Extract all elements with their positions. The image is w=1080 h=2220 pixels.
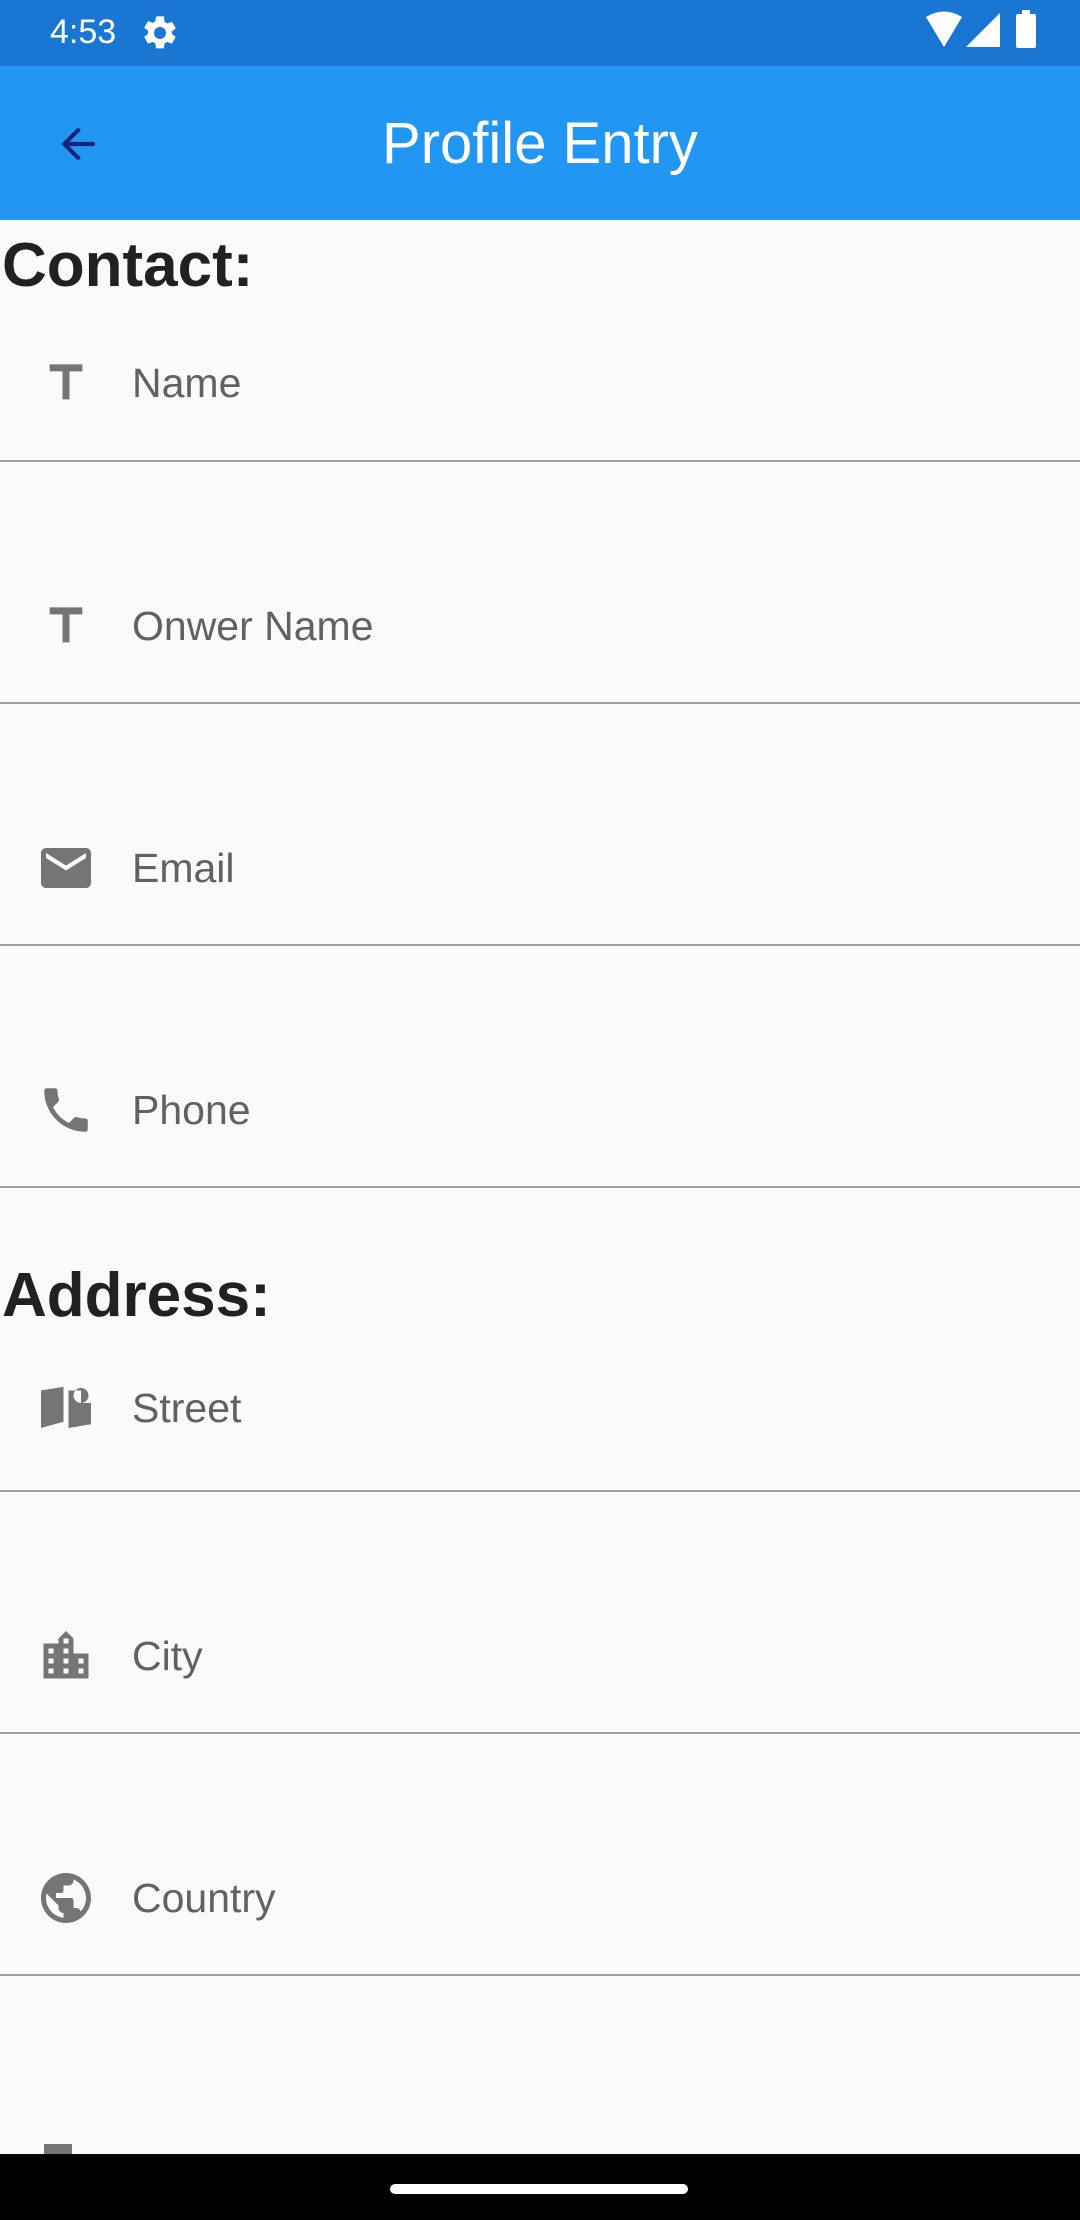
street-icon — [36, 1378, 96, 1438]
street-field — [0, 1342, 1080, 1492]
status-icons — [926, 10, 1036, 48]
address-section-title: Address: — [2, 1261, 271, 1330]
back-button[interactable] — [30, 106, 126, 182]
home-gesture-handle[interactable] — [390, 2184, 688, 2194]
profile-form: Contact: Address: — [0, 220, 1080, 1976]
text-icon — [36, 596, 96, 656]
name-input[interactable] — [132, 353, 1060, 413]
battery-icon — [1016, 10, 1036, 48]
phone-field — [0, 946, 1080, 1188]
street-input[interactable] — [132, 1378, 1060, 1438]
name-field — [0, 312, 1080, 462]
app-bar: Profile Entry — [0, 66, 1080, 220]
email-input[interactable] — [132, 838, 1060, 898]
page-title: Profile Entry — [382, 110, 698, 176]
signal-icon — [966, 13, 1000, 47]
owner-name-input[interactable] — [132, 596, 1060, 656]
system-navigation-bar — [0, 2154, 1080, 2220]
city-icon — [36, 1626, 96, 1686]
globe-icon — [36, 1868, 96, 1928]
country-field — [0, 1734, 1080, 1976]
phone-icon — [36, 1080, 96, 1140]
email-field — [0, 704, 1080, 946]
status-bar: 4:53 — [0, 0, 1080, 66]
contact-section-title: Contact: — [2, 231, 254, 300]
arrow-back-icon — [61, 127, 95, 161]
city-field — [0, 1492, 1080, 1734]
wifi-icon — [926, 11, 962, 47]
status-time: 4:53 — [50, 13, 117, 51]
city-input[interactable] — [132, 1626, 1060, 1686]
phone-input[interactable] — [132, 1080, 1060, 1140]
country-input[interactable] — [132, 1868, 1060, 1928]
email-icon — [36, 838, 96, 898]
owner-name-field — [0, 462, 1080, 704]
settings-gear-icon — [144, 16, 176, 49]
partial-field-icon — [44, 2144, 72, 2154]
text-icon — [36, 353, 96, 413]
